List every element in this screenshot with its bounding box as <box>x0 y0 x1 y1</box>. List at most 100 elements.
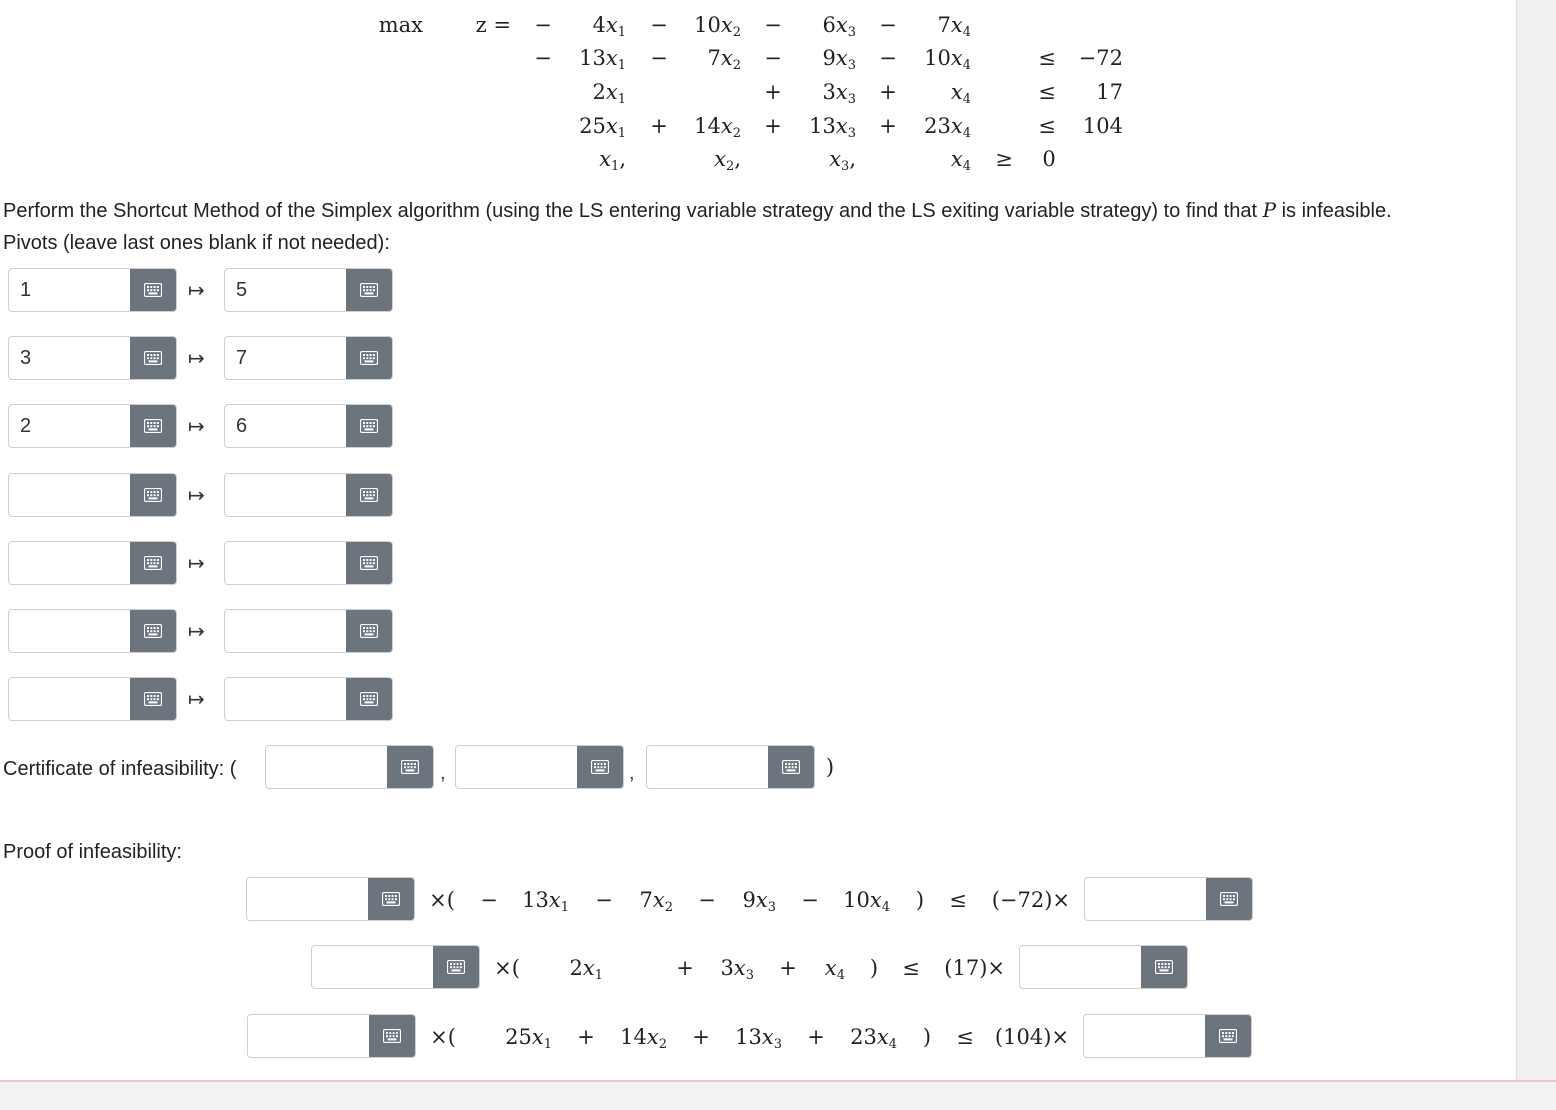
keyboard-icon <box>382 892 400 906</box>
certificate-3-keyboard-button[interactable] <box>768 746 814 788</box>
pivot-6-exiting-input[interactable] <box>225 610 346 652</box>
objective-term: 7x4 <box>937 13 972 40</box>
pivot-2-exiting-input[interactable] <box>225 337 346 380</box>
pivot-2-entering-keyboard-button[interactable] <box>130 337 176 380</box>
proof-term: 14x2 <box>620 1025 667 1052</box>
proof-term: 13x1 <box>522 888 569 915</box>
pivots-instruction: Pivots (leave last ones blank if not nee… <box>3 232 390 254</box>
proof-row-2-rhs-multiplier-keyboard-button[interactable] <box>1141 946 1187 988</box>
constraint-3-rhs: 104 <box>1082 114 1123 138</box>
nonneg-rhs: 0 <box>1042 147 1056 171</box>
keyboard-icon <box>360 487 378 502</box>
proof-row-3-multiplier-input[interactable] <box>248 1015 369 1057</box>
proof-term: 3x3 <box>720 956 755 983</box>
pivot-1-entering-keyboard-button[interactable] <box>130 269 176 311</box>
pivot-2-entering-field <box>8 336 177 381</box>
pivot-4-entering-input[interactable] <box>9 473 130 516</box>
proof-row-2-rhs-multiplier-field <box>1019 945 1188 989</box>
pivot-6-exiting-keyboard-button[interactable] <box>346 610 392 652</box>
keyboard-icon <box>1219 1029 1237 1043</box>
keyboard-icon <box>1155 960 1173 974</box>
proof-row-1-rhs-multiplier-input[interactable] <box>1085 878 1206 920</box>
nonneg-v2: x2, <box>714 147 741 174</box>
pivot-4-entering-keyboard-button[interactable] <box>130 473 176 516</box>
pivot-5-exiting-input[interactable] <box>225 541 346 584</box>
certificate-1-input[interactable] <box>266 746 387 788</box>
pivot-1-entering-input[interactable] <box>9 269 130 311</box>
keyboard-icon <box>360 624 378 638</box>
constraint-3-t4: 23x4 <box>924 114 971 141</box>
certificate-1-keyboard-button[interactable] <box>387 746 433 788</box>
rhs-value: (−72)× <box>991 888 1070 912</box>
objective-term: 4x1 <box>592 13 627 40</box>
pivot-2-exiting-keyboard-button[interactable] <box>346 337 392 380</box>
proof-row-1-multiplier-input[interactable] <box>247 878 368 920</box>
certificate-3-input[interactable] <box>647 746 768 788</box>
pivot-4-exiting-keyboard-button[interactable] <box>346 473 392 516</box>
proof-term: 23x4 <box>850 1025 897 1052</box>
pivot-1-exiting-keyboard-button[interactable] <box>346 269 392 311</box>
proof-term: 25x1 <box>505 1025 552 1052</box>
keyboard-icon <box>144 555 162 570</box>
maps-to-arrow: ↦ <box>188 278 205 302</box>
pivot-3-exiting-input[interactable] <box>225 405 346 448</box>
keyboard-icon <box>144 487 162 502</box>
pivot-7-entering-field <box>8 677 177 722</box>
constraint-2-rhs: 17 <box>1096 80 1123 104</box>
pivot-1-entering-field <box>8 268 177 312</box>
keyboard-icon <box>144 624 162 638</box>
constraint-1-rhs: −72 <box>1078 46 1123 70</box>
pivot-5-exiting-keyboard-button[interactable] <box>346 541 392 584</box>
keyboard-icon <box>447 960 465 974</box>
keyboard-icon <box>591 760 609 774</box>
maps-to-arrow: ↦ <box>188 550 205 575</box>
certificate-2-keyboard-button[interactable] <box>577 746 623 788</box>
pivot-5-entering-keyboard-button[interactable] <box>130 541 176 584</box>
maps-to-arrow: ↦ <box>188 482 205 507</box>
proof-row-3-multiplier-field <box>247 1014 416 1058</box>
pivot-7-exiting-field <box>224 677 393 722</box>
pivot-3-entering-input[interactable] <box>9 405 130 448</box>
pivot-4-entering-field <box>8 472 177 517</box>
pivot-5-entering-input[interactable] <box>9 541 130 584</box>
close-paren: ) <box>922 1025 932 1049</box>
proof-row-3-multiplier-keyboard-button[interactable] <box>369 1015 415 1057</box>
pivot-7-entering-input[interactable] <box>9 678 130 721</box>
pivot-2-exiting-field <box>224 336 393 381</box>
proof-row-1-multiplier-keyboard-button[interactable] <box>368 878 414 920</box>
pivot-7-exiting-keyboard-button[interactable] <box>346 678 392 721</box>
pivot-4-exiting-input[interactable] <box>225 473 346 516</box>
maps-to-arrow: ↦ <box>188 414 205 439</box>
proof-row-2-rhs-multiplier-input[interactable] <box>1020 946 1141 988</box>
constraint-1-t3: 9x3 <box>822 46 857 73</box>
close-paren: ) <box>915 888 925 912</box>
pivot-7-entering-keyboard-button[interactable] <box>130 678 176 721</box>
pivot-3-entering-keyboard-button[interactable] <box>130 405 176 448</box>
certificate-comma: , <box>440 762 446 784</box>
pivot-3-exiting-keyboard-button[interactable] <box>346 405 392 448</box>
proof-row-2-multiplier-keyboard-button[interactable] <box>433 946 479 988</box>
keyboard-icon <box>144 692 162 707</box>
keyboard-icon <box>144 419 162 434</box>
pivot-6-entering-keyboard-button[interactable] <box>130 610 176 652</box>
keyboard-icon <box>360 692 378 707</box>
maps-to-arrow: ↦ <box>188 346 205 371</box>
proof-row-3-rhs-multiplier-input[interactable] <box>1084 1015 1205 1057</box>
certificate-2-input[interactable] <box>456 746 577 788</box>
z-label: z = <box>475 13 511 37</box>
pivot-6-exiting-field <box>224 609 393 653</box>
constraint-1-t4: 10x4 <box>924 46 971 73</box>
pivot-2-entering-input[interactable] <box>9 337 130 380</box>
proof-row-1-rhs-multiplier-keyboard-button[interactable] <box>1206 878 1252 920</box>
proof-row-2-multiplier-input[interactable] <box>312 946 433 988</box>
pivot-6-entering-input[interactable] <box>9 610 130 652</box>
pivot-1-exiting-field <box>224 268 393 312</box>
constraint-3-t3: 13x3 <box>809 114 856 141</box>
rhs-value: (17)× <box>944 956 1005 980</box>
proof-row-3-rhs-multiplier-keyboard-button[interactable] <box>1205 1015 1251 1057</box>
nonneg-rel: ≥ <box>995 147 1013 171</box>
nonneg-v1: x1, <box>599 147 626 174</box>
pivot-7-exiting-input[interactable] <box>225 678 346 721</box>
certificate-2-field <box>455 745 624 789</box>
pivot-1-exiting-input[interactable] <box>225 269 346 311</box>
